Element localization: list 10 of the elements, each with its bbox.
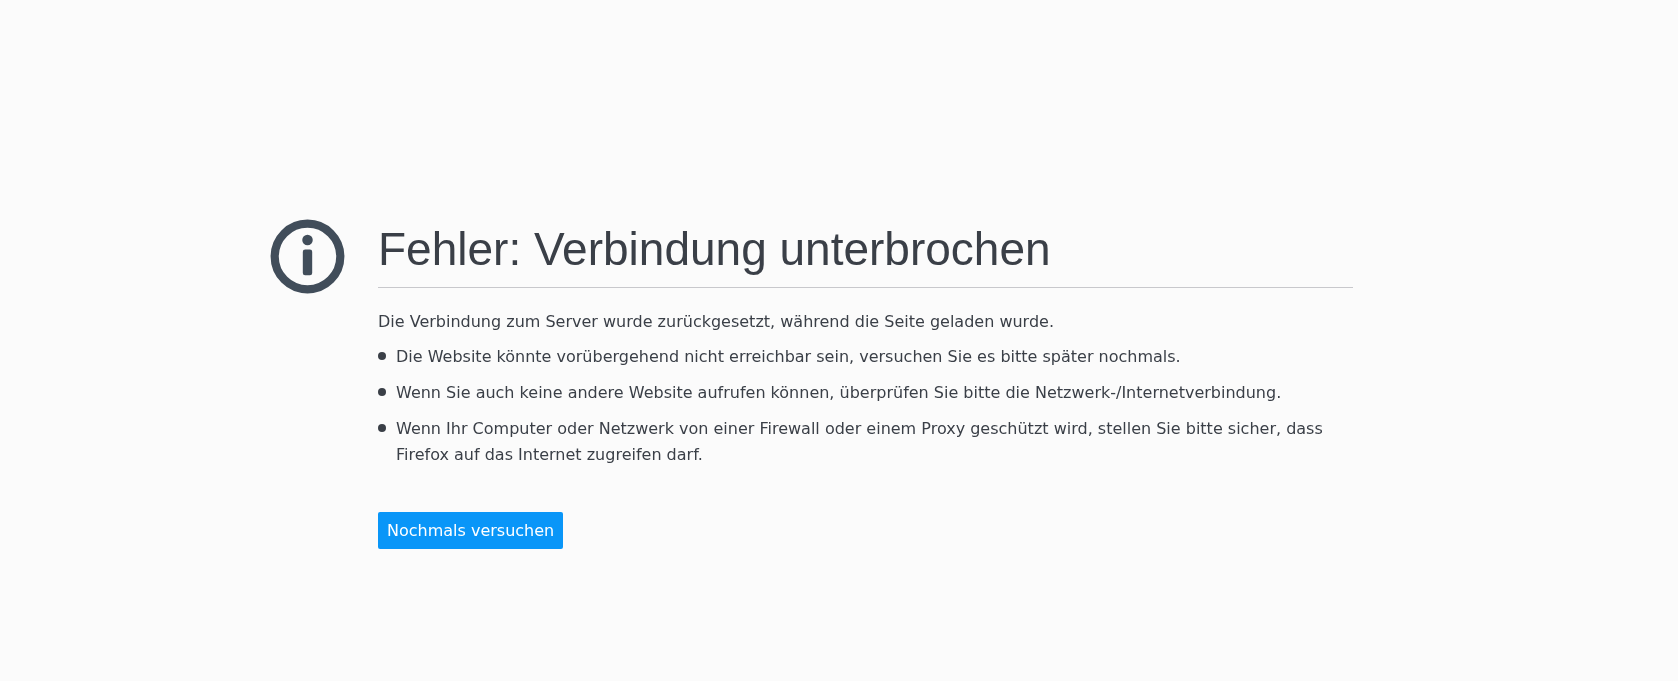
bullet-icon [378, 424, 386, 432]
info-icon [270, 219, 345, 294]
hint-text: Wenn Ihr Computer oder Netzwerk von einer Firewall oder einem Proxy geschützt wird, stellen Sie bitte sicher, dass Firefox auf das Internet zugreifen darf. [396, 418, 1324, 466]
error-description: Die Verbindung zum Server wurde zurückgesetzt, während die Seite geladen wurde. [378, 311, 1055, 333]
bullet-icon [378, 388, 386, 396]
error-title: Fehler: Verbindung unterbrochen [378, 219, 1353, 288]
hint-text: Die Website könnte vorübergehend nicht erreichbar sein, versuchen Sie es bitte später nochmals. [396, 346, 1181, 368]
hint-text: Wenn Sie auch keine andere Website aufrufen können, überprüfen Sie bitte die Netzwerk-/Internetverbindung. [396, 382, 1282, 404]
retry-button[interactable]: Nochmals versuchen [378, 512, 564, 549]
bullet-icon [378, 352, 386, 360]
